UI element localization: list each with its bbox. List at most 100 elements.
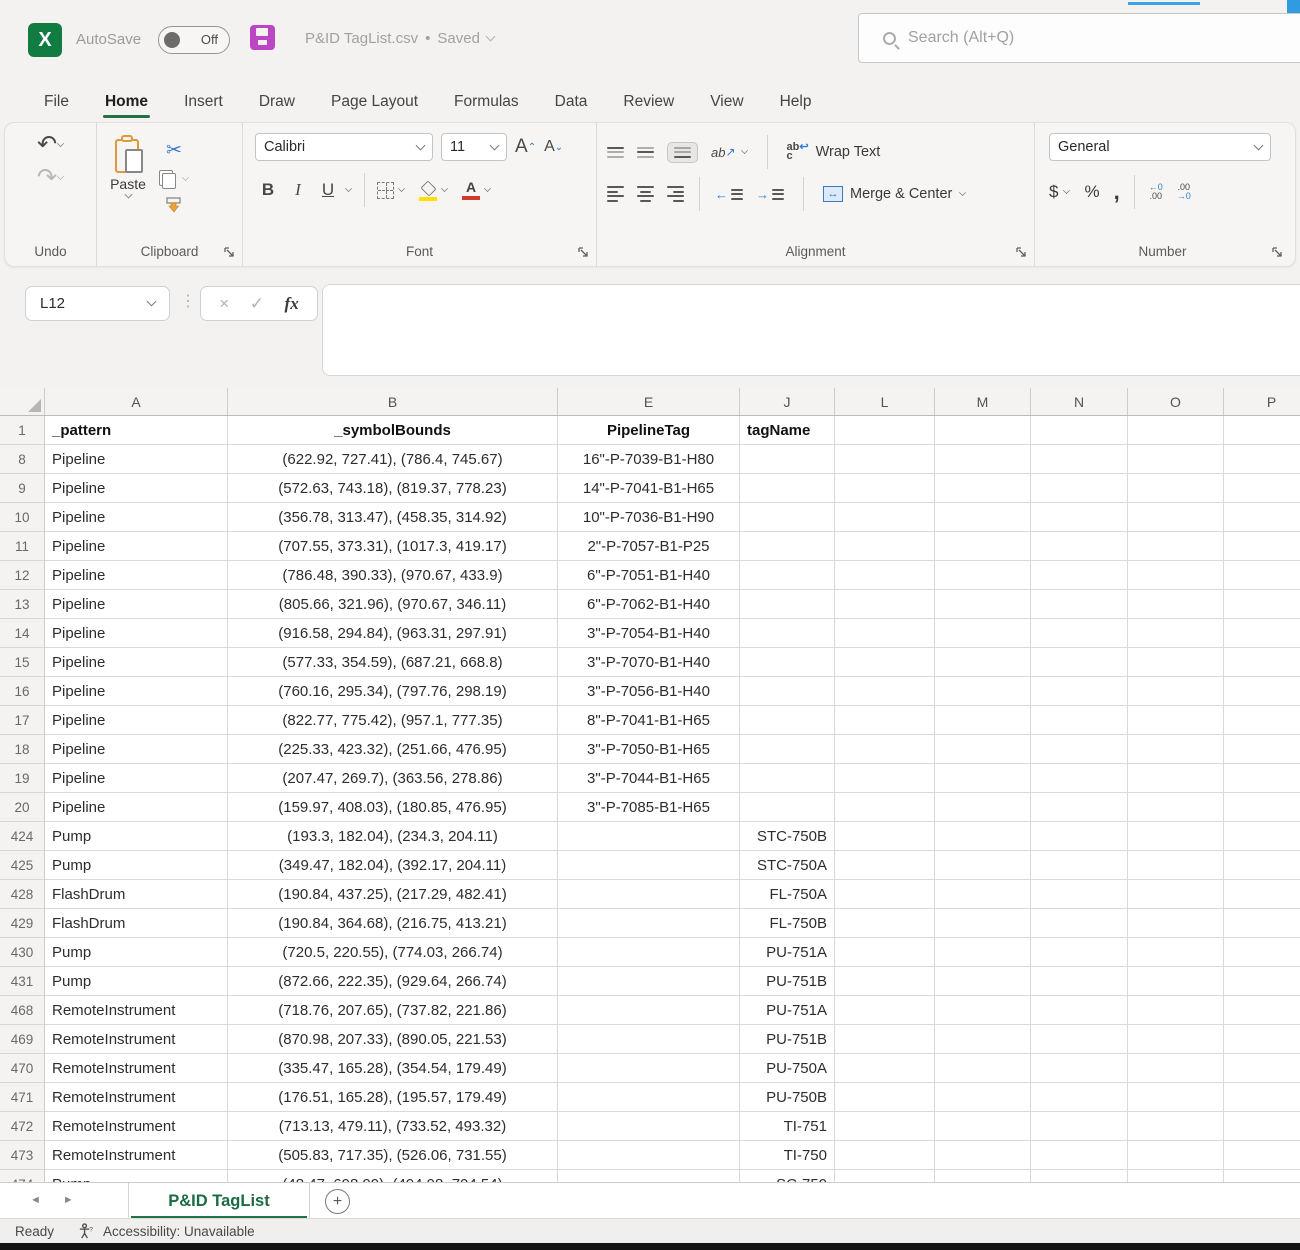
cell-M472[interactable]: [935, 1112, 1031, 1141]
cell-J19[interactable]: [740, 764, 835, 793]
formula-input[interactable]: [322, 284, 1300, 376]
search-box[interactable]: [858, 13, 1300, 63]
cell-E15[interactable]: 3"-P-7070-B1-H40: [558, 648, 740, 677]
cell-A431[interactable]: Pump: [45, 967, 228, 996]
row-header-1[interactable]: 1: [0, 416, 45, 445]
cell-P425[interactable]: [1224, 851, 1300, 880]
cell-N12[interactable]: [1031, 561, 1128, 590]
cell-A430[interactable]: Pump: [45, 938, 228, 967]
ribbon-tab-data[interactable]: Data: [541, 85, 602, 122]
cell-E17[interactable]: 8"-P-7041-B1-H65: [558, 706, 740, 735]
cell-E474[interactable]: [558, 1170, 740, 1182]
cell-B1[interactable]: _symbolBounds: [228, 416, 558, 445]
cell-P19[interactable]: [1224, 764, 1300, 793]
cell-A9[interactable]: Pipeline: [45, 474, 228, 503]
cell-L8[interactable]: [835, 445, 935, 474]
column-header-N[interactable]: N: [1031, 388, 1128, 415]
cell-J425[interactable]: STC-750A: [740, 851, 835, 880]
cell-J431[interactable]: PU-751B: [740, 967, 835, 996]
cell-O15[interactable]: [1128, 648, 1224, 677]
borders-button[interactable]: [377, 182, 394, 199]
align-left-button[interactable]: [607, 186, 624, 202]
cell-P17[interactable]: [1224, 706, 1300, 735]
cell-B14[interactable]: (916.58, 294.84), (963.31, 297.91): [228, 619, 558, 648]
ribbon-tab-formulas[interactable]: Formulas: [440, 85, 533, 122]
cell-P1[interactable]: [1224, 416, 1300, 445]
cell-O471[interactable]: [1128, 1083, 1224, 1112]
excel-app-icon[interactable]: X: [28, 23, 62, 57]
name-box[interactable]: L12: [25, 286, 170, 321]
cell-E468[interactable]: [558, 996, 740, 1025]
cell-B472[interactable]: (713.13, 479.11), (733.52, 493.32): [228, 1112, 558, 1141]
cell-M473[interactable]: [935, 1141, 1031, 1170]
cell-M429[interactable]: [935, 909, 1031, 938]
cell-B11[interactable]: (707.55, 373.31), (1017.3, 419.17): [228, 532, 558, 561]
ribbon-tab-page-layout[interactable]: Page Layout: [317, 85, 432, 122]
number-format-select[interactable]: General: [1049, 133, 1271, 161]
cell-L9[interactable]: [835, 474, 935, 503]
cell-N16[interactable]: [1031, 677, 1128, 706]
cell-N11[interactable]: [1031, 532, 1128, 561]
cell-L20[interactable]: [835, 793, 935, 822]
cell-P9[interactable]: [1224, 474, 1300, 503]
cell-B13[interactable]: (805.66, 321.96), (970.67, 346.11): [228, 590, 558, 619]
row-header-471[interactable]: 471: [0, 1083, 45, 1112]
cell-E13[interactable]: 6"-P-7062-B1-H40: [558, 590, 740, 619]
cell-N471[interactable]: [1031, 1083, 1128, 1112]
cell-P473[interactable]: [1224, 1141, 1300, 1170]
cell-J14[interactable]: [740, 619, 835, 648]
column-header-A[interactable]: A: [45, 388, 228, 415]
cell-M8[interactable]: [935, 445, 1031, 474]
undo-button[interactable]: ↶: [37, 133, 64, 157]
cell-E18[interactable]: 3"-P-7050-B1-H65: [558, 735, 740, 764]
cell-J471[interactable]: PU-750B: [740, 1083, 835, 1112]
cell-L16[interactable]: [835, 677, 935, 706]
cell-N431[interactable]: [1031, 967, 1128, 996]
cell-E19[interactable]: 3"-P-7044-B1-H65: [558, 764, 740, 793]
cell-J10[interactable]: [740, 503, 835, 532]
cell-A1[interactable]: _pattern: [45, 416, 228, 445]
cell-P15[interactable]: [1224, 648, 1300, 677]
cell-O20[interactable]: [1128, 793, 1224, 822]
cell-L17[interactable]: [835, 706, 935, 735]
decrease-indent-button[interactable]: ←: [715, 187, 743, 202]
cell-O429[interactable]: [1128, 909, 1224, 938]
cell-O14[interactable]: [1128, 619, 1224, 648]
cell-N19[interactable]: [1031, 764, 1128, 793]
cell-J8[interactable]: [740, 445, 835, 474]
cell-P13[interactable]: [1224, 590, 1300, 619]
cell-O430[interactable]: [1128, 938, 1224, 967]
cell-E430[interactable]: [558, 938, 740, 967]
percent-format-button[interactable]: %: [1084, 182, 1099, 202]
cell-L473[interactable]: [835, 1141, 935, 1170]
row-header-15[interactable]: 15: [0, 648, 45, 677]
increase-decimal-button[interactable]: ←0.00: [1149, 183, 1163, 201]
cell-O17[interactable]: [1128, 706, 1224, 735]
cell-N14[interactable]: [1031, 619, 1128, 648]
cell-J429[interactable]: FL-750B: [740, 909, 835, 938]
cell-P16[interactable]: [1224, 677, 1300, 706]
cell-P431[interactable]: [1224, 967, 1300, 996]
cell-B429[interactable]: (190.84, 364.68), (216.75, 413.21): [228, 909, 558, 938]
cell-O13[interactable]: [1128, 590, 1224, 619]
cell-E470[interactable]: [558, 1054, 740, 1083]
font-color-button[interactable]: A: [462, 181, 480, 200]
cell-L1[interactable]: [835, 416, 935, 445]
cell-P10[interactable]: [1224, 503, 1300, 532]
cell-N13[interactable]: [1031, 590, 1128, 619]
row-header-8[interactable]: 8: [0, 445, 45, 474]
cell-O424[interactable]: [1128, 822, 1224, 851]
cell-J18[interactable]: [740, 735, 835, 764]
cell-A473[interactable]: RemoteInstrument: [45, 1141, 228, 1170]
cell-M1[interactable]: [935, 416, 1031, 445]
cell-B20[interactable]: (159.97, 408.03), (180.85, 476.95): [228, 793, 558, 822]
cell-A474[interactable]: Pump: [45, 1170, 228, 1182]
enter-button[interactable]: ✓: [250, 294, 264, 314]
row-header-9[interactable]: 9: [0, 474, 45, 503]
cell-J20[interactable]: [740, 793, 835, 822]
cell-A11[interactable]: Pipeline: [45, 532, 228, 561]
cell-M19[interactable]: [935, 764, 1031, 793]
cell-A8[interactable]: Pipeline: [45, 445, 228, 474]
font-size-select[interactable]: 11: [441, 133, 507, 161]
ribbon-tab-insert[interactable]: Insert: [170, 85, 237, 122]
